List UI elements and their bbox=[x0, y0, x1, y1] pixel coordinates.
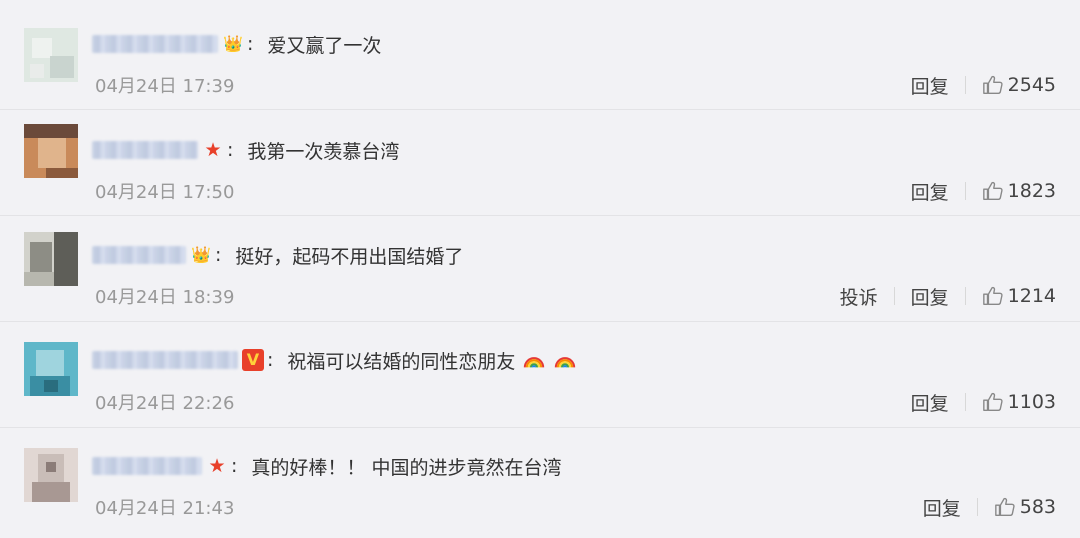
report-button[interactable]: 投诉 bbox=[840, 283, 878, 310]
v-verified-badge-icon: V bbox=[242, 349, 264, 371]
comment-timestamp: 04月24日 18:39 bbox=[95, 287, 235, 308]
comment-header: 👑 : 爱又赢了一次 bbox=[92, 29, 381, 59]
comment-list: 👑 : 爱又赢了一次 04月24日 17:39 回复 2545 ★ : 我第一次… bbox=[0, 0, 1080, 538]
avatar-tile bbox=[30, 242, 52, 272]
comment-timestamp: 04月24日 21:43 bbox=[95, 498, 235, 519]
star-badge-icon: ★ bbox=[208, 455, 226, 477]
avatar-tile bbox=[24, 124, 78, 138]
comment-item: 👑 : 挺好，起码不用出国结婚了 04月24日 18:39 投诉 回复 1214 bbox=[0, 216, 1080, 322]
username-blurred[interactable] bbox=[92, 35, 218, 53]
comment-header: ★ : 我第一次羡慕台湾 bbox=[92, 135, 399, 165]
avatar-tile bbox=[54, 232, 78, 286]
comment-text: 挺好，起码不用出国结婚了 bbox=[235, 245, 464, 268]
comment-item: 👑 : 爱又赢了一次 04月24日 17:39 回复 2545 bbox=[0, 4, 1080, 110]
colon: : bbox=[231, 455, 238, 477]
comment-text-body: 祝福可以结婚的同性恋朋友 bbox=[287, 350, 516, 373]
colon: : bbox=[215, 244, 222, 266]
avatar[interactable] bbox=[24, 28, 78, 82]
thumbs-up-icon[interactable] bbox=[994, 496, 1016, 518]
crown-badge-icon: 👑 bbox=[191, 245, 211, 264]
comment-actions: 回复 1823 bbox=[911, 178, 1056, 204]
comment-actions: 投诉 回复 1214 bbox=[840, 283, 1056, 309]
like-count: 1103 bbox=[1007, 391, 1056, 413]
comment-item: ★ : 我第一次羡慕台湾 04月24日 17:50 回复 1823 bbox=[0, 110, 1080, 216]
like-count: 1823 bbox=[1007, 180, 1056, 202]
username-blurred[interactable] bbox=[92, 457, 202, 475]
comment-text: 爱又赢了一次 bbox=[267, 34, 382, 57]
divider bbox=[976, 498, 978, 516]
like-count: 2545 bbox=[1007, 74, 1056, 96]
rainbow-emoji-icon bbox=[524, 356, 545, 368]
avatar-tile bbox=[44, 380, 58, 392]
avatar-tile bbox=[38, 138, 66, 168]
avatar[interactable] bbox=[24, 342, 78, 396]
like-count: 583 bbox=[1019, 496, 1056, 518]
reply-button[interactable]: 回复 bbox=[911, 389, 949, 416]
comment-item: V : 祝福可以结婚的同性恋朋友 04月24日 22:26 回复 1103 bbox=[0, 322, 1080, 428]
comment-text: 真的好棒！！ 中国的进步竟然在台湾 bbox=[251, 456, 562, 479]
username-blurred[interactable] bbox=[92, 351, 238, 369]
comment-header: V : 祝福可以结婚的同性恋朋友 bbox=[92, 345, 576, 375]
avatar-tile bbox=[30, 64, 44, 78]
like-count: 1214 bbox=[1007, 285, 1056, 307]
avatar-tile bbox=[46, 168, 78, 178]
reply-button[interactable]: 回复 bbox=[923, 494, 961, 521]
avatar-tile bbox=[50, 56, 74, 78]
comment-header: 👑 : 挺好，起码不用出国结婚了 bbox=[92, 240, 463, 270]
comment-timestamp: 04月24日 22:26 bbox=[95, 393, 235, 414]
comment-text: 祝福可以结婚的同性恋朋友 bbox=[287, 347, 575, 374]
reply-button[interactable]: 回复 bbox=[911, 72, 949, 99]
comment-actions: 回复 1103 bbox=[911, 389, 1056, 415]
avatar[interactable] bbox=[24, 124, 78, 178]
comment-timestamp: 04月24日 17:50 bbox=[95, 182, 235, 203]
avatar-tile bbox=[36, 350, 64, 376]
username-blurred[interactable] bbox=[92, 246, 186, 264]
comment-header: ★ : 真的好棒！！ 中国的进步竟然在台湾 bbox=[92, 451, 561, 481]
star-badge-icon: ★ bbox=[204, 139, 222, 161]
reply-button[interactable]: 回复 bbox=[911, 178, 949, 205]
avatar[interactable] bbox=[24, 448, 78, 502]
colon: : bbox=[267, 349, 274, 371]
comment-item: ★ : 真的好棒！！ 中国的进步竟然在台湾 04月24日 21:43 回复 58… bbox=[0, 428, 1080, 538]
colon: : bbox=[247, 33, 254, 55]
avatar[interactable] bbox=[24, 232, 78, 286]
colon: : bbox=[227, 139, 234, 161]
comment-timestamp: 04月24日 17:39 bbox=[95, 76, 235, 97]
divider bbox=[893, 287, 895, 305]
reply-button[interactable]: 回复 bbox=[911, 283, 949, 310]
thumbs-up-icon[interactable] bbox=[982, 180, 1004, 202]
avatar-tile bbox=[32, 482, 70, 502]
divider bbox=[964, 76, 966, 94]
comment-text: 我第一次羡慕台湾 bbox=[247, 140, 400, 163]
comment-actions: 回复 2545 bbox=[911, 72, 1056, 98]
divider bbox=[964, 393, 966, 411]
divider bbox=[964, 287, 966, 305]
avatar-tile bbox=[32, 38, 52, 58]
avatar-tile bbox=[46, 462, 56, 472]
avatar-tile bbox=[24, 272, 54, 286]
divider bbox=[964, 182, 966, 200]
vip-badge-icon: 👑 bbox=[223, 34, 243, 53]
thumbs-up-icon[interactable] bbox=[982, 74, 1004, 96]
rainbow-emoji-icon bbox=[554, 356, 575, 368]
comment-actions: 回复 583 bbox=[923, 494, 1056, 520]
thumbs-up-icon[interactable] bbox=[982, 285, 1004, 307]
thumbs-up-icon[interactable] bbox=[982, 391, 1004, 413]
username-blurred[interactable] bbox=[92, 141, 198, 159]
v-badge-glyph: V bbox=[242, 349, 264, 371]
